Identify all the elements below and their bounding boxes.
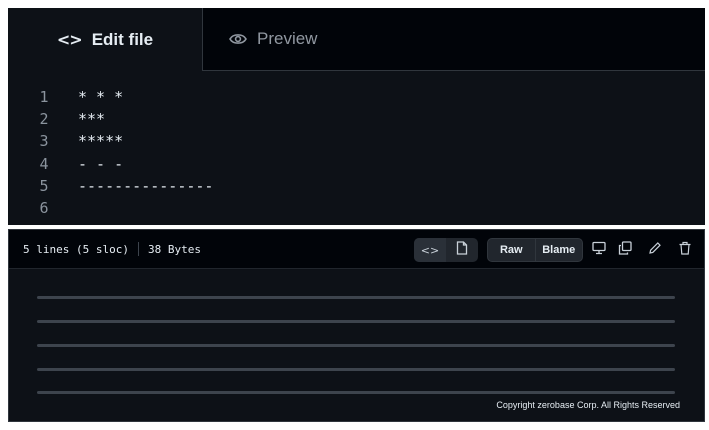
file-info: 5 lines (5 sloc) 38 Bytes: [23, 230, 201, 268]
code-line: 2 ***: [8, 108, 705, 130]
code-icon: <>: [56, 30, 83, 49]
raw-button[interactable]: Raw: [488, 239, 535, 261]
line-content: - - -: [78, 154, 124, 173]
edit-button[interactable]: [643, 238, 667, 262]
code-editor[interactable]: 1 * * * 2 *** 3 ***** 4 - - - 5 --------…: [8, 86, 705, 219]
view-mode-toggle: <>: [414, 238, 478, 262]
copyright-text: Copyright zerobase Corp. All Rights Rese…: [496, 400, 680, 410]
tab-preview-label: Preview: [257, 29, 318, 48]
code-line: 3 *****: [8, 130, 705, 152]
eye-icon: [229, 32, 247, 46]
code-line: 6: [8, 197, 705, 219]
divider: [137, 242, 139, 256]
desktop-icon: [592, 241, 606, 260]
code-icon: <>: [420, 243, 440, 257]
trash-icon: [678, 241, 692, 260]
file-icon: [456, 240, 468, 260]
delete-button[interactable]: [673, 238, 697, 262]
line-content: ***: [78, 110, 106, 129]
line-count: 5 lines (5 sloc): [23, 242, 129, 256]
line-number: 3: [39, 132, 49, 151]
loading-skeleton-line: [37, 296, 675, 299]
line-content: ---------------: [78, 176, 214, 195]
tab-preview[interactable]: Preview: [203, 8, 409, 70]
tab-edit-file-label: Edit file: [91, 29, 154, 49]
code-view-button[interactable]: <>: [414, 238, 446, 262]
blame-button[interactable]: Blame: [534, 239, 583, 261]
loading-skeleton-line: [37, 344, 675, 347]
loading-skeleton-line: [37, 368, 675, 371]
line-content: * * *: [78, 88, 124, 106]
file-viewer-panel: 5 lines (5 sloc) 38 Bytes <> Raw Blame C…: [8, 229, 705, 422]
line-number: 4: [39, 154, 49, 173]
copy-button[interactable]: [613, 238, 637, 262]
editor-panel: <> Edit file Preview 1 * * * 2 *** 3 ***…: [8, 8, 705, 225]
copy-icon: [618, 240, 632, 260]
loading-skeleton-line: [37, 320, 675, 323]
tab-edit-file[interactable]: <> Edit file: [8, 8, 203, 71]
line-number: 5: [39, 176, 49, 195]
line-number: 1: [39, 88, 49, 106]
open-desktop-button[interactable]: [587, 238, 611, 262]
pencil-icon: [648, 241, 662, 260]
preview-view-button[interactable]: [446, 238, 478, 262]
code-line: 4 - - -: [8, 153, 705, 175]
line-number: 6: [39, 198, 49, 217]
file-size: 38 Bytes: [147, 242, 201, 256]
line-number: 2: [39, 110, 49, 129]
loading-skeleton-line: [37, 391, 675, 394]
code-line: 5 ---------------: [8, 175, 705, 197]
file-viewer-header: 5 lines (5 sloc) 38 Bytes <> Raw Blame: [9, 230, 704, 269]
code-line: 1 * * *: [8, 86, 705, 108]
line-content: *****: [78, 132, 124, 151]
editor-tabbar: <> Edit file Preview: [8, 8, 705, 71]
raw-blame-group: Raw Blame: [487, 238, 583, 262]
